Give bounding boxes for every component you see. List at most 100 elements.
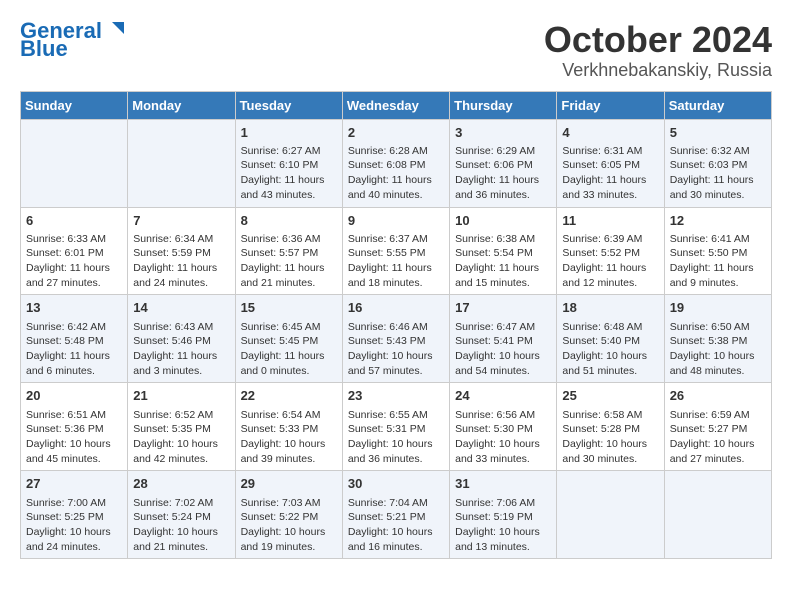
col-sunday: Sunday <box>21 91 128 119</box>
day-number: 10 <box>455 212 551 230</box>
day-info: Sunrise: 6:45 AM Sunset: 5:45 PM Dayligh… <box>241 320 337 379</box>
day-number: 11 <box>562 212 658 230</box>
day-info: Sunrise: 7:03 AM Sunset: 5:22 PM Dayligh… <box>241 496 337 555</box>
day-number: 19 <box>670 299 766 317</box>
calendar-week-row: 20Sunrise: 6:51 AM Sunset: 5:36 PM Dayli… <box>21 383 772 471</box>
day-number: 31 <box>455 475 551 493</box>
day-number: 23 <box>348 387 444 405</box>
calendar-day-cell: 2Sunrise: 6:28 AM Sunset: 6:08 PM Daylig… <box>342 119 449 207</box>
logo-text-blue: Blue <box>20 38 68 60</box>
calendar-week-row: 6 Sunrise: 6:33 AM Sunset: 6:01 PM Daylig… <box>21 207 772 295</box>
calendar-day-cell: 26 Sunrise: 6:59 AM Sunset: 5:27 PM Dayli… <box>664 383 771 471</box>
day-info: Sunrise: 7:06 AM Sunset: 5:19 PM Dayligh… <box>455 496 551 555</box>
day-number: 30 <box>348 475 444 493</box>
page-title: October 2024 <box>544 20 772 60</box>
day-info: Sunrise: 6:59 AM Sunset: 5:27 PM Dayligh… <box>670 408 766 467</box>
day-info: Sunrise: 6:46 AM Sunset: 5:43 PM Dayligh… <box>348 320 444 379</box>
calendar-day-cell: 4 Sunrise: 6:31 AM Sunset: 6:05 PM Daylig… <box>557 119 664 207</box>
day-info: Sunrise: 6:51 AM Sunset: 5:36 PM Dayligh… <box>26 408 122 467</box>
day-info: Sunrise: 6:52 AM Sunset: 5:35 PM Dayligh… <box>133 408 229 467</box>
day-info: Sunrise: 7:04 AM Sunset: 5:21 PM Dayligh… <box>348 496 444 555</box>
day-info: Sunrise: 6:42 AM Sunset: 5:48 PM Dayligh… <box>26 320 122 379</box>
day-number: 13 <box>26 299 122 317</box>
logo-icon <box>104 18 126 40</box>
day-number: 26 <box>670 387 766 405</box>
day-info: Sunrise: 7:00 AM Sunset: 5:25 PM Dayligh… <box>26 496 122 555</box>
day-number: 9 <box>348 212 444 230</box>
calendar-day-cell: 30 Sunrise: 7:04 AM Sunset: 5:21 PM Dayli… <box>342 471 449 559</box>
day-number: 4 <box>562 124 658 142</box>
calendar-week-row: 13 Sunrise: 6:42 AM Sunset: 5:48 PM Dayli… <box>21 295 772 383</box>
calendar-day-cell <box>664 471 771 559</box>
page-header: General Blue October 2024 Verkhnebakansk… <box>20 20 772 81</box>
day-number: 24 <box>455 387 551 405</box>
day-number: 17 <box>455 299 551 317</box>
day-info: Sunrise: 6:32 AM Sunset: 6:03 PM Dayligh… <box>670 144 766 203</box>
calendar-day-cell: 29 Sunrise: 7:03 AM Sunset: 5:22 PM Dayli… <box>235 471 342 559</box>
day-number: 28 <box>133 475 229 493</box>
day-number: 7 <box>133 212 229 230</box>
day-info: Sunrise: 6:38 AM Sunset: 5:54 PM Dayligh… <box>455 232 551 291</box>
day-number: 21 <box>133 387 229 405</box>
title-block: October 2024 Verkhnebakanskiy, Russia <box>544 20 772 81</box>
day-number: 8 <box>241 212 337 230</box>
calendar-day-cell: 28 Sunrise: 7:02 AM Sunset: 5:24 PM Dayli… <box>128 471 235 559</box>
day-number: 1 <box>241 124 337 142</box>
calendar-day-cell <box>21 119 128 207</box>
calendar-day-cell: 24 Sunrise: 6:56 AM Sunset: 5:30 PM Dayli… <box>450 383 557 471</box>
calendar-week-row: 27 Sunrise: 7:00 AM Sunset: 5:25 PM Dayli… <box>21 471 772 559</box>
day-info: Sunrise: 6:41 AM Sunset: 5:50 PM Dayligh… <box>670 232 766 291</box>
day-number: 27 <box>26 475 122 493</box>
day-info: Sunrise: 6:39 AM Sunset: 5:52 PM Dayligh… <box>562 232 658 291</box>
day-number: 15 <box>241 299 337 317</box>
calendar-day-cell: 16 Sunrise: 6:46 AM Sunset: 5:43 PM Dayli… <box>342 295 449 383</box>
calendar-day-cell: 12 Sunrise: 6:41 AM Sunset: 5:50 PM Dayli… <box>664 207 771 295</box>
day-number: 12 <box>670 212 766 230</box>
col-wednesday: Wednesday <box>342 91 449 119</box>
calendar-day-cell: 7 Sunrise: 6:34 AM Sunset: 5:59 PM Daylig… <box>128 207 235 295</box>
day-info: Sunrise: 6:50 AM Sunset: 5:38 PM Dayligh… <box>670 320 766 379</box>
day-number: 18 <box>562 299 658 317</box>
calendar-day-cell: 14Sunrise: 6:43 AM Sunset: 5:46 PM Dayli… <box>128 295 235 383</box>
calendar-day-cell: 31 Sunrise: 7:06 AM Sunset: 5:19 PM Dayli… <box>450 471 557 559</box>
day-info: Sunrise: 6:31 AM Sunset: 6:05 PM Dayligh… <box>562 144 658 203</box>
day-number: 25 <box>562 387 658 405</box>
calendar-day-cell <box>128 119 235 207</box>
calendar-table: Sunday Monday Tuesday Wednesday Thursday… <box>20 91 772 560</box>
day-info: Sunrise: 7:02 AM Sunset: 5:24 PM Dayligh… <box>133 496 229 555</box>
calendar-day-cell: 22 Sunrise: 6:54 AM Sunset: 5:33 PM Dayli… <box>235 383 342 471</box>
day-number: 29 <box>241 475 337 493</box>
calendar-day-cell: 20Sunrise: 6:51 AM Sunset: 5:36 PM Dayli… <box>21 383 128 471</box>
page-subtitle: Verkhnebakanskiy, Russia <box>544 60 772 81</box>
calendar-day-cell: 8 Sunrise: 6:36 AM Sunset: 5:57 PM Daylig… <box>235 207 342 295</box>
day-info: Sunrise: 6:55 AM Sunset: 5:31 PM Dayligh… <box>348 408 444 467</box>
day-info: Sunrise: 6:56 AM Sunset: 5:30 PM Dayligh… <box>455 408 551 467</box>
day-number: 16 <box>348 299 444 317</box>
calendar-day-cell: 15 Sunrise: 6:45 AM Sunset: 5:45 PM Dayli… <box>235 295 342 383</box>
day-info: Sunrise: 6:29 AM Sunset: 6:06 PM Dayligh… <box>455 144 551 203</box>
day-info: Sunrise: 6:47 AM Sunset: 5:41 PM Dayligh… <box>455 320 551 379</box>
day-info: Sunrise: 6:54 AM Sunset: 5:33 PM Dayligh… <box>241 408 337 467</box>
day-info: Sunrise: 6:34 AM Sunset: 5:59 PM Dayligh… <box>133 232 229 291</box>
col-thursday: Thursday <box>450 91 557 119</box>
calendar-day-cell: 23 Sunrise: 6:55 AM Sunset: 5:31 PM Dayli… <box>342 383 449 471</box>
day-number: 2 <box>348 124 444 142</box>
day-info: Sunrise: 6:36 AM Sunset: 5:57 PM Dayligh… <box>241 232 337 291</box>
day-info: Sunrise: 6:37 AM Sunset: 5:55 PM Dayligh… <box>348 232 444 291</box>
day-info: Sunrise: 6:48 AM Sunset: 5:40 PM Dayligh… <box>562 320 658 379</box>
day-number: 3 <box>455 124 551 142</box>
calendar-day-cell: 21 Sunrise: 6:52 AM Sunset: 5:35 PM Dayli… <box>128 383 235 471</box>
calendar-day-cell: 13 Sunrise: 6:42 AM Sunset: 5:48 PM Dayli… <box>21 295 128 383</box>
col-friday: Friday <box>557 91 664 119</box>
day-info: Sunrise: 6:33 AM Sunset: 6:01 PM Dayligh… <box>26 232 122 291</box>
day-number: 6 <box>26 212 122 230</box>
calendar-day-cell: 9 Sunrise: 6:37 AM Sunset: 5:55 PM Daylig… <box>342 207 449 295</box>
day-info: Sunrise: 6:58 AM Sunset: 5:28 PM Dayligh… <box>562 408 658 467</box>
day-number: 5 <box>670 124 766 142</box>
day-number: 22 <box>241 387 337 405</box>
day-info: Sunrise: 6:27 AM Sunset: 6:10 PM Dayligh… <box>241 144 337 203</box>
day-info: Sunrise: 6:43 AM Sunset: 5:46 PM Dayligh… <box>133 320 229 379</box>
calendar-day-cell: 18 Sunrise: 6:48 AM Sunset: 5:40 PM Dayli… <box>557 295 664 383</box>
col-tuesday: Tuesday <box>235 91 342 119</box>
calendar-header-row: Sunday Monday Tuesday Wednesday Thursday… <box>21 91 772 119</box>
